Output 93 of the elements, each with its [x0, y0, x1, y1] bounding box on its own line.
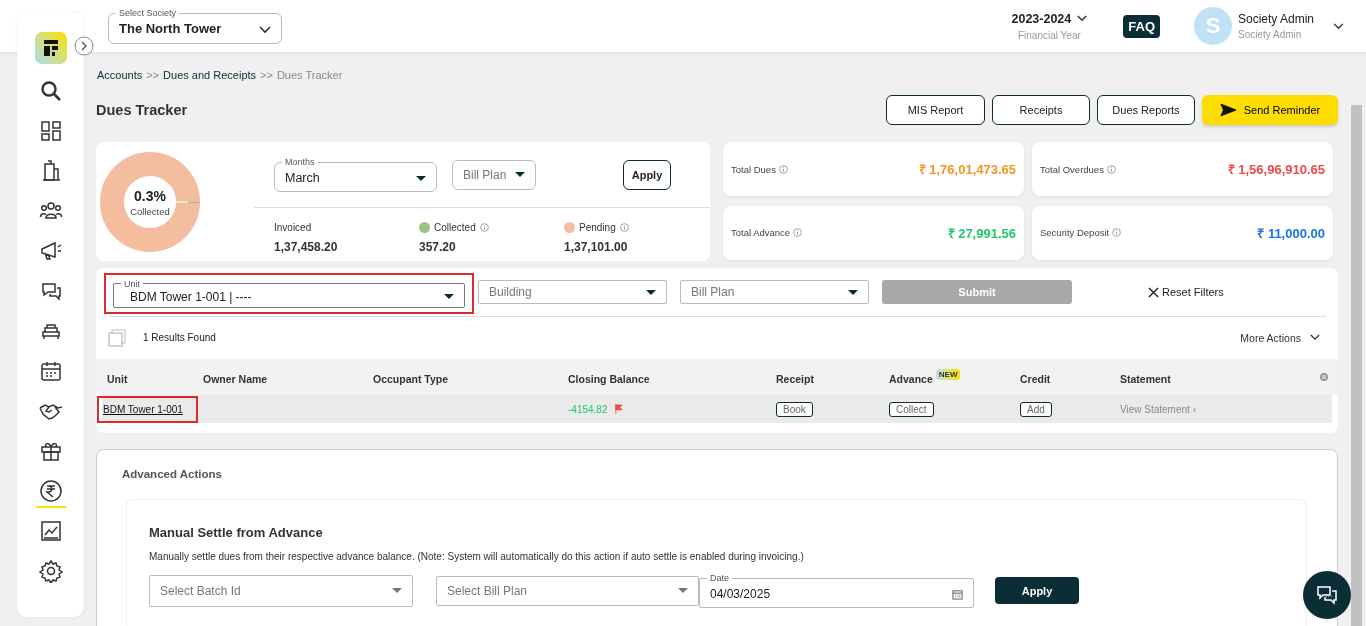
select-all-checkbox[interactable] — [108, 328, 126, 347]
stat-value: 1,37,101.00 — [564, 240, 629, 254]
field-label: Unit — [123, 278, 141, 289]
expand-icon[interactable] — [74, 36, 94, 56]
column-header: Closing Balance — [568, 373, 650, 385]
field-placeholder: Select Bill Plan — [447, 583, 529, 598]
field-placeholder: Building — [489, 285, 533, 299]
chevron-icon[interactable] — [1333, 22, 1344, 30]
dropdown-icon — [392, 588, 402, 593]
column-header: Advance — [889, 373, 933, 385]
user-name: Society Admin — [1238, 12, 1316, 26]
bill-plan-select[interactable]: Bill Plan — [452, 159, 536, 190]
column-header: Owner Name — [203, 373, 268, 385]
total-label: Total Overdues — [1040, 163, 1104, 175]
months-select[interactable]: Months March — [274, 157, 437, 192]
chevron-icon[interactable] — [1077, 15, 1088, 22]
field-placeholder: Select Batch Id — [160, 583, 242, 598]
field-value: 04/03/2025 — [710, 587, 772, 601]
column-header: Occupant Type — [373, 373, 449, 385]
breadcrumb-link[interactable]: Accounts — [97, 69, 143, 81]
column-header: Credit — [1020, 373, 1051, 385]
total-label: Total Dues — [731, 163, 776, 175]
total-amount: ₹ 11,000.00 — [1257, 224, 1325, 242]
society-select[interactable]: Select Society The North Tower — [108, 8, 282, 44]
column-settings-icon[interactable] — [1320, 370, 1328, 384]
stat-value: 357.20 — [419, 240, 457, 254]
bill-plan-select[interactable]: Select Bill Plan — [436, 575, 699, 606]
field-value: March — [285, 171, 321, 185]
dropdown-icon — [848, 289, 858, 295]
year-caption: Financial Year — [1017, 29, 1081, 41]
dropdown-icon — [416, 175, 426, 181]
reset-filters-button[interactable]: Reset Filters — [1142, 285, 1230, 299]
dropdown-icon — [515, 172, 525, 177]
close-icon — [1148, 286, 1159, 298]
collected-percent: 0.3% — [134, 187, 166, 204]
total-amount: ₹ 1,76,01,473.65 — [918, 161, 1016, 178]
batch-select[interactable]: Select Batch Id — [149, 574, 413, 607]
year-select[interactable]: 2023-2024 — [1011, 11, 1072, 26]
chat-icon — [1315, 583, 1339, 607]
chevron-icon — [1310, 334, 1320, 341]
field-placeholder: Bill Plan — [691, 285, 736, 299]
card-title: Manual Settle from Advance — [149, 525, 324, 540]
breadcrumb-link[interactable]: Dues and Receipts — [163, 69, 257, 81]
total-label: Total Advance — [731, 227, 791, 238]
apply-button[interactable]: Apply — [995, 577, 1079, 604]
apply-button[interactable]: Apply — [623, 159, 671, 190]
report-button[interactable]: Receipts — [992, 94, 1090, 125]
field-value: BDM Tower 1-001 | ---- — [129, 289, 253, 304]
page-title: Dues Tracker — [96, 101, 189, 118]
stat-value: 1,37,458.20 — [274, 240, 339, 254]
stat-label: Invoiced — [274, 222, 312, 233]
unit-select[interactable]: Unit BDM Tower 1-001 | ---- — [113, 278, 465, 308]
column-header: Unit — [107, 373, 128, 385]
dropdown-icon — [444, 294, 454, 299]
more-actions-button[interactable]: More Actions — [1234, 330, 1326, 345]
field-label: Months — [284, 157, 316, 167]
faq-button[interactable]: FAQ — [1123, 14, 1160, 38]
field-placeholder: Bill Plan — [463, 167, 508, 182]
breadcrumb-separator: >> — [260, 69, 273, 81]
total-label: Security Deposit — [1040, 227, 1110, 238]
collect-button[interactable]: Collect — [889, 401, 934, 417]
add-button[interactable]: Add — [1020, 401, 1052, 417]
date-field[interactable]: Date 04/03/2025 — [699, 573, 974, 608]
unit-link[interactable]: BDM Tower 1-001 — [97, 395, 198, 423]
report-button[interactable]: Dues Reports — [1097, 94, 1195, 125]
field-label: Date — [709, 573, 730, 583]
dropdown-icon — [678, 588, 688, 593]
donut-caption: Collected — [130, 205, 170, 217]
building-select[interactable]: Building — [478, 280, 667, 304]
stat-label: Pending — [579, 222, 616, 233]
new-badge: NEW — [935, 368, 961, 380]
report-button[interactable]: MIS Report — [886, 94, 985, 125]
field-value: The North Tower — [119, 21, 223, 36]
dropdown-icon — [646, 289, 656, 295]
field-label: Select Society — [118, 8, 178, 18]
send-icon — [1219, 102, 1237, 117]
chevron-icon — [259, 25, 271, 34]
total-amount: ₹ 1,56,96,910.65 — [1227, 161, 1325, 178]
breadcrumb-separator: >> — [146, 69, 160, 81]
closing-balance: -4154.82 — [568, 403, 608, 415]
user-role: Society Admin — [1238, 29, 1303, 40]
column-header: Statement — [1120, 373, 1171, 385]
total-amount: ₹ 27,991.56 — [947, 224, 1016, 242]
section-title: Advanced Actions — [122, 468, 223, 480]
chat-button[interactable] — [1303, 571, 1351, 619]
card-description: Manually settle dues from their respective advance balance. (Note: System will automatically do this action if auto settle is enabled during invoicing.) — [149, 551, 805, 562]
bill-plan-select[interactable]: Bill Plan — [680, 280, 869, 304]
stat-label: Collected — [434, 222, 476, 233]
results-count: 1 Results Found — [143, 332, 216, 343]
column-header: Receipt — [776, 373, 814, 385]
send-reminder-button[interactable]: Send Reminder — [1202, 94, 1338, 125]
logo-icon[interactable] — [34, 32, 67, 64]
book-button[interactable]: Book — [776, 401, 813, 417]
